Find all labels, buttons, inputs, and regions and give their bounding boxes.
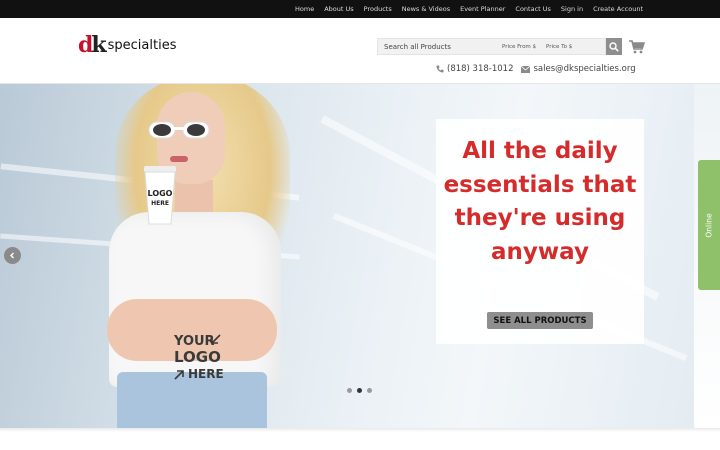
nav-home[interactable]: Home [295,5,314,13]
contact-email[interactable]: sales@dkspecialties.org [521,64,636,74]
contact-info: (818) 318-1012 sales@dkspecialties.org [436,64,644,74]
section-divider [0,428,720,432]
cup-logo-line-1: LOGO [148,189,173,198]
slider-dot-3[interactable] [367,388,372,393]
nav-products[interactable]: Products [364,5,392,13]
hero-model-image: LOGO HERE YOUR LOGO HERE [95,84,300,428]
slider-dot-2[interactable] [357,388,362,393]
shirt-logo-line-3: HERE [188,367,224,380]
top-nav: Home About Us Products News & Videos Eve… [285,0,643,18]
search-button[interactable] [606,38,622,55]
phone-number: (818) 318-1012 [447,64,514,74]
nav-event-planner[interactable]: Event Planner [460,5,505,13]
search-icon [609,41,619,52]
coffee-cup-image: LOGO HERE [144,166,176,225]
logo-mark-k: k [91,32,106,58]
shirt-logo-placeholder: YOUR LOGO HERE [173,334,224,380]
nav-news-videos[interactable]: News & Videos [402,5,450,13]
promo-headline: All the daily essentials that they're us… [443,138,637,265]
model-jeans [117,372,267,428]
see-all-products-button[interactable]: SEE ALL PRODUCTS [487,312,593,329]
search-bar: Search all Products Price From $ Price T… [377,38,606,55]
nav-sign-in[interactable]: Sign in [561,5,583,13]
chevron-left-icon [10,252,14,259]
nav-about-us[interactable]: About Us [324,5,353,13]
logo-text: specialties [107,38,177,53]
price-to-input[interactable]: Price To $ [546,44,590,50]
slider-dot-1[interactable] [347,388,352,393]
slider-prev-button[interactable] [4,247,21,264]
site-logo[interactable]: dk specialties [78,34,176,56]
envelope-icon [521,65,531,73]
shirt-logo-line-2: LOGO [174,348,221,366]
online-tab-label: Online [704,212,714,238]
nav-contact-us[interactable]: Contact Us [515,5,551,13]
logo-mark-d: d [78,32,93,58]
cup-logo-line-2: HERE [151,200,169,207]
phone-icon [436,65,444,73]
slider-dots [347,388,372,393]
shirt-logo-line-1: YOUR [173,334,215,349]
email-address: sales@dkspecialties.org [533,64,636,74]
promo-card: All the daily essentials that they're us… [436,119,644,344]
contact-phone[interactable]: (818) 318-1012 [436,64,513,74]
sunglasses-icon [148,121,210,139]
logo-mark: dk [78,32,107,58]
model-lips [170,156,188,162]
top-bar: Home About Us Products News & Videos Eve… [0,0,720,18]
nav-create-account[interactable]: Create Account [593,5,643,13]
site-header: dk specialties Search all Products Price… [0,18,720,84]
search-input[interactable]: Search all Products [378,43,502,51]
cart-icon[interactable] [629,40,645,54]
price-from-input[interactable]: Price From $ [502,44,546,50]
online-chat-tab[interactable]: Online [698,160,720,290]
